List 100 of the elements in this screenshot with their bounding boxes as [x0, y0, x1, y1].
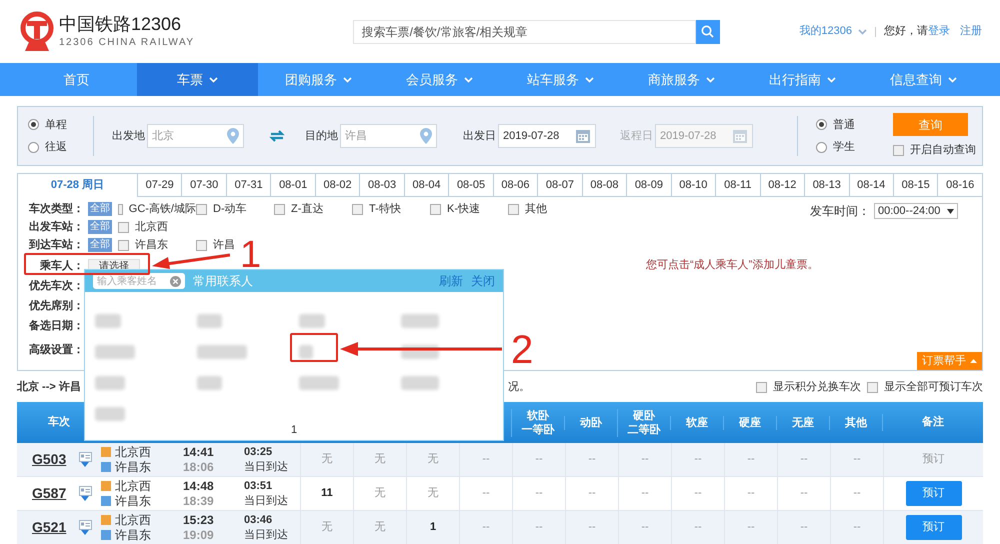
nav-tab[interactable]: 车票	[137, 63, 258, 96]
seat-count: 无	[322, 452, 332, 468]
train-number-link[interactable]: G503	[32, 449, 70, 470]
radio-button[interactable]	[816, 119, 827, 130]
swap-icon[interactable]	[269, 130, 285, 142]
radio-button[interactable]	[28, 142, 39, 153]
seat-count: --	[747, 486, 755, 502]
date-field[interactable]: 2019-07-28	[498, 124, 596, 148]
option-label: T-特快	[369, 202, 401, 216]
column-header: 备注	[882, 414, 983, 431]
seat-count: 无	[428, 486, 438, 502]
date-tab[interactable]: 08-12	[760, 173, 804, 197]
book-button[interactable]: 预订	[906, 515, 962, 540]
date-tab[interactable]: 08-16	[937, 173, 983, 197]
seat-count: 1	[430, 520, 436, 536]
date-tab[interactable]: 08-07	[537, 173, 582, 197]
seat-count: --	[800, 486, 808, 502]
field-label: 目的地	[305, 128, 338, 144]
checkbox[interactable]	[118, 240, 129, 250]
seat-count: --	[694, 486, 702, 502]
date-tab[interactable]: 08-06	[492, 173, 538, 197]
date-tab[interactable]: 08-01	[270, 173, 315, 197]
radio-label: 普通	[833, 118, 855, 132]
arrival-day-text: 当日到达	[244, 528, 288, 542]
field-placeholder: 输入乘客姓名	[97, 274, 157, 288]
arrive-time: 19:09	[183, 528, 215, 542]
date-tab[interactable]: 08-08	[582, 173, 626, 197]
annotation-number: 1	[240, 236, 262, 274]
date-tab[interactable]: 08-14	[848, 173, 893, 197]
filter-label: 备选日期：	[29, 319, 84, 333]
checkbox[interactable]	[867, 382, 878, 392]
book-button[interactable]: 预订	[906, 481, 962, 506]
date-tab[interactable]: 08-04	[404, 173, 448, 197]
checkbox[interactable]	[196, 240, 207, 250]
date-tab[interactable]: 08-15	[892, 173, 938, 197]
seat-count: --	[641, 486, 649, 502]
station-name: 北京西	[115, 444, 151, 460]
blurred-text	[401, 376, 439, 390]
seat-count: --	[800, 520, 808, 536]
clear-icon[interactable]	[170, 276, 181, 286]
radio-label: 往返	[45, 140, 67, 155]
chevron-down-icon	[343, 76, 352, 82]
greeting-text: 您好，请	[884, 24, 928, 40]
checkbox[interactable]	[274, 204, 285, 214]
column-header: 其他	[845, 416, 867, 430]
checkbox[interactable]	[118, 204, 123, 214]
annotation-number: 2	[511, 328, 534, 372]
field-value: 北京	[152, 128, 174, 144]
seat-count: --	[853, 452, 861, 468]
pass-station-icon	[101, 496, 111, 506]
duration-text: 03:46	[244, 512, 274, 528]
checkbox[interactable]	[118, 222, 129, 232]
seat-count: --	[482, 452, 490, 468]
date-tab[interactable]: 08-13	[804, 173, 848, 197]
checkbox[interactable]	[893, 145, 904, 156]
date-tab[interactable]: 07-30	[181, 173, 226, 197]
logo-title: 中国铁路12306	[59, 13, 182, 35]
time-select[interactable]: 00:00--24:00	[874, 203, 958, 219]
blurred-text	[401, 314, 439, 328]
train-number-link[interactable]: G587	[32, 483, 70, 504]
field-value: 2019-07-28	[503, 128, 560, 144]
date-tab[interactable]: 07-29	[137, 173, 182, 197]
checkbox[interactable]	[508, 204, 519, 214]
id-card-icon	[78, 520, 92, 530]
checkbox[interactable]	[430, 204, 441, 214]
seat-count: 无	[322, 520, 332, 536]
seat-count: --	[588, 452, 596, 468]
seat-count: 无	[374, 452, 386, 468]
seat-count: --	[747, 452, 755, 468]
date-tab[interactable]: 07-31	[226, 173, 270, 197]
option-label: Z-直达	[291, 202, 324, 216]
highlight-frame	[290, 333, 338, 362]
blurred-text	[197, 344, 247, 359]
checkbox[interactable]	[352, 204, 363, 214]
seat-count: --	[694, 520, 702, 536]
arrival-day-text: 当日到达	[244, 494, 288, 508]
train-number-link[interactable]: G521	[32, 517, 70, 538]
date-tab[interactable]: 08-03	[359, 173, 404, 197]
depart-time: 14:48	[183, 478, 215, 494]
radio-button[interactable]	[28, 119, 39, 130]
date-tab[interactable]: 08-05	[448, 173, 493, 197]
select-value: 00:00--24:00	[878, 204, 940, 219]
logo-subtitle: 12306 CHINA RAILWAY	[59, 36, 195, 50]
radio-button[interactable]	[816, 142, 827, 153]
checkbox[interactable]	[196, 204, 207, 214]
checkbox[interactable]	[756, 382, 767, 392]
search-field[interactable]: 搜索车票/餐饮/常旅客/相关规章	[352, 20, 696, 44]
column-header: 软卧	[527, 408, 549, 422]
date-tab[interactable]: 08-02	[314, 173, 360, 197]
column-header: 硬座	[739, 416, 761, 430]
search-button[interactable]	[696, 20, 720, 44]
filter-label: 车次类型：	[29, 202, 84, 216]
date-tab[interactable]: 08-11	[715, 173, 760, 197]
location-pin-icon	[420, 128, 432, 144]
date-tab[interactable]: 08-09	[626, 173, 671, 197]
date-tab[interactable]: 07-28 周日	[17, 173, 137, 197]
field-label: 返程日	[620, 128, 653, 144]
blurred-text	[299, 376, 339, 390]
date-tab[interactable]: 08-10	[670, 173, 716, 197]
id-card-icon	[78, 452, 92, 462]
